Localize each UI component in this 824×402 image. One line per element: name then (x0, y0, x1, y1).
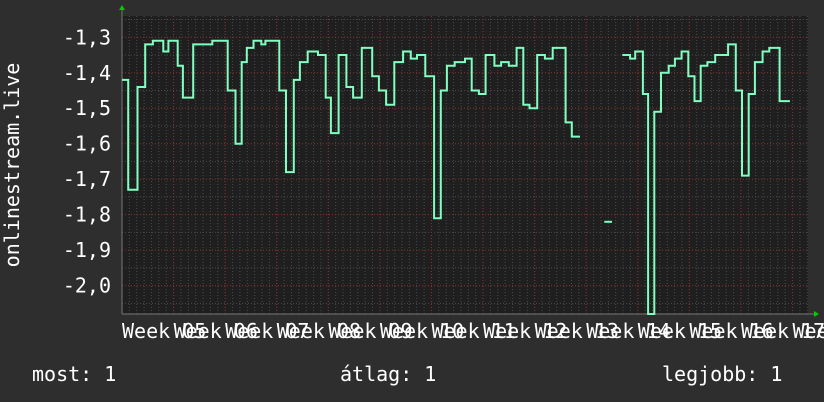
y-axis-label: onlinestream.live (0, 63, 24, 268)
y-tick-label: -1,8 (63, 203, 111, 227)
best-value: legjobb: 1 (662, 362, 783, 386)
y-tick-label: -1,4 (63, 61, 111, 85)
y-tick-label: -1,3 (63, 25, 111, 49)
y-tick-label: -1,9 (63, 238, 111, 262)
x-tick-label: Week 18 (793, 319, 824, 343)
chart: -1,3 -1,4 -1,5 -1,6 -1,7 -1,8 -1,9 -2,0 Week 05… (0, 5, 824, 343)
y-tick-label: -2,0 (63, 274, 111, 298)
y-tick-label: -1,5 (63, 96, 111, 120)
y-tick-label: -1,7 (63, 167, 111, 191)
y-tick-labels: -1,3 -1,4 -1,5 -1,6 -1,7 -1,8 -1,9 -2,0 (63, 25, 111, 297)
average-value: átlag: 1 (340, 362, 437, 386)
x-tick-labels: Week 05Week 06Week 07Week 08Week 09Week … (122, 319, 824, 343)
current-value: most: 1 (32, 362, 117, 386)
x-axis-arrow (814, 311, 819, 317)
y-tick-label: -1,6 (63, 132, 111, 156)
y-axis-arrow (119, 5, 125, 10)
